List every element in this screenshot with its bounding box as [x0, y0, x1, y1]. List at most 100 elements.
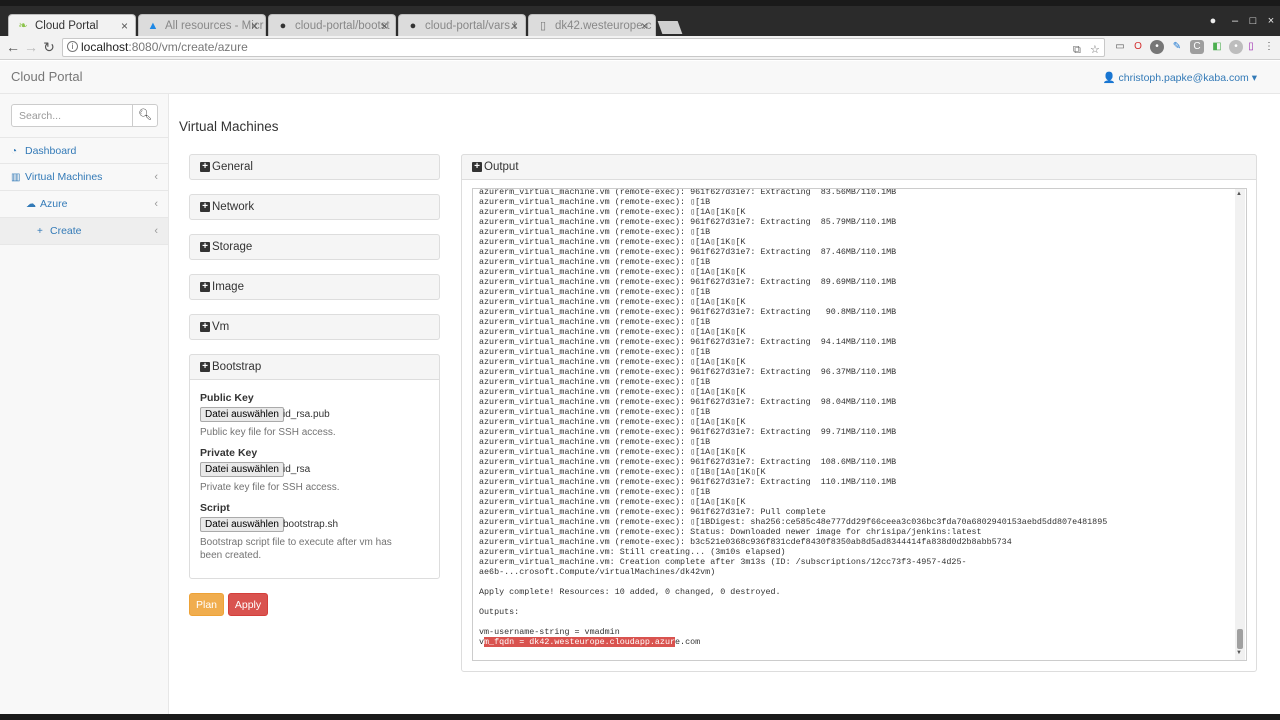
- url-host: localhost: [81, 40, 129, 54]
- log-line: azurerm_virtual_machine.vm (remote-exec)…: [479, 517, 1108, 527]
- log-line: azurerm_virtual_machine.vm (remote-exec)…: [479, 467, 766, 477]
- extension-icon[interactable]: ◧: [1210, 40, 1224, 54]
- section-bootstrap-header[interactable]: + Bootstrap: [189, 354, 440, 380]
- apply-button[interactable]: Apply: [228, 593, 268, 616]
- sidebar-item-label: Virtual Machines: [25, 171, 103, 183]
- close-icon[interactable]: ×: [511, 15, 518, 36]
- user-menu[interactable]: 👤 christoph.papke@kaba.com ▾: [1102, 71, 1257, 84]
- plus-square-icon: +: [200, 362, 210, 372]
- browser-tab-azure[interactable]: ▲ All resources - Micr ×: [138, 14, 266, 36]
- private-key-file-button[interactable]: Datei auswählen: [200, 462, 284, 477]
- sidebar-item-dashboard[interactable]: ◔ Dashboard: [0, 137, 168, 164]
- section-general[interactable]: + General: [189, 154, 440, 180]
- sidebar-item-azure[interactable]: ☁ Azure ‹: [0, 191, 168, 218]
- section-title: Image: [212, 281, 244, 293]
- log-line: azurerm_virtual_machine.vm (remote-exec)…: [479, 337, 897, 347]
- log-line: azurerm_virtual_machine.vm (remote-exec)…: [479, 507, 826, 517]
- section-storage[interactable]: + Storage: [189, 234, 440, 260]
- tab-label: All resources - Micr: [165, 20, 264, 32]
- browser-tab-cloud-portal[interactable]: ❧ Cloud Portal ×: [8, 14, 136, 36]
- back-icon[interactable]: ←: [5, 39, 21, 55]
- extension-icon[interactable]: C: [1190, 40, 1204, 54]
- brand-link[interactable]: Cloud Portal: [11, 69, 83, 84]
- github-icon: ●: [279, 20, 287, 32]
- log-line: azurerm_virtual_machine.vm (remote-exec)…: [479, 207, 746, 217]
- scroll-thumb[interactable]: [1237, 629, 1243, 649]
- output-title: Output: [484, 161, 519, 173]
- log-line: azurerm_virtual_machine.vm (remote-exec)…: [479, 307, 897, 317]
- browser-tab-dk42[interactable]: ▯ dk42.westeurope.c ×: [528, 14, 656, 36]
- forward-icon[interactable]: →: [23, 39, 39, 55]
- cast-icon[interactable]: ▭: [1113, 40, 1127, 54]
- output-console[interactable]: azurerm_virtual_machine.vm (remote-exec)…: [472, 188, 1247, 661]
- maximize-icon[interactable]: □: [1246, 15, 1260, 27]
- sidebar: 🔍︎ ◔ Dashboard ▥ Virtual Machines ‹ ☁ Az…: [0, 94, 169, 714]
- translate-icon[interactable]: ⧉: [1073, 42, 1081, 59]
- search-input[interactable]: [11, 104, 133, 127]
- address-bar[interactable]: i localhost:8080/vm/create/azure ⧉ ☆: [62, 38, 1105, 57]
- log-line: azurerm_virtual_machine.vm (remote-exec)…: [479, 227, 711, 237]
- extension-icon[interactable]: •: [1229, 40, 1243, 54]
- account-icon[interactable]: ●: [1206, 15, 1220, 27]
- script-label: Script: [200, 502, 230, 514]
- tab-label: cloud-portal/vars.t: [425, 20, 517, 32]
- menu-icon[interactable]: ⋮: [1262, 40, 1276, 54]
- close-icon[interactable]: ×: [641, 15, 648, 36]
- log-line: azurerm_virtual_machine.vm (remote-exec)…: [479, 377, 711, 387]
- close-window-icon[interactable]: ×: [1264, 15, 1278, 27]
- log-line: azurerm_virtual_machine.vm (remote-exec)…: [479, 497, 746, 507]
- script-file-button[interactable]: Datei auswählen: [200, 517, 284, 532]
- chart-icon: ▥: [11, 172, 21, 183]
- bookmark-star-icon[interactable]: ☆: [1090, 42, 1100, 59]
- log-line: azurerm_virtual_machine.vm (remote-exec)…: [479, 197, 711, 207]
- close-icon[interactable]: ×: [121, 15, 128, 36]
- extension-icon[interactable]: ▯: [1244, 40, 1258, 54]
- search-button[interactable]: 🔍︎: [132, 104, 158, 127]
- app-navbar: Cloud Portal 👤 christoph.papke@kaba.com …: [0, 61, 1280, 94]
- log-line: Outputs:: [479, 607, 520, 617]
- user-email: christoph.papke@kaba.com: [1118, 72, 1249, 84]
- scroll-down-icon[interactable]: ▼: [1236, 650, 1242, 656]
- leaf-icon: ❧: [18, 20, 28, 32]
- log-line: azurerm_virtual_machine.vm (remote-exec)…: [479, 427, 897, 437]
- browser-tab-github-bootstrap[interactable]: ● cloud-portal/bootst ×: [268, 14, 396, 36]
- minimize-icon[interactable]: –: [1228, 15, 1242, 27]
- section-vm[interactable]: + Vm: [189, 314, 440, 340]
- close-icon[interactable]: ×: [251, 15, 258, 36]
- log-line: azurerm_virtual_machine.vm (remote-exec)…: [479, 317, 711, 327]
- section-network[interactable]: + Network: [189, 194, 440, 220]
- section-image[interactable]: + Image: [189, 274, 440, 300]
- new-tab-button[interactable]: [657, 21, 683, 34]
- browser-toolbar: ← → ↻ i localhost:8080/vm/create/azure ⧉ …: [0, 36, 1280, 60]
- scroll-up-icon[interactable]: ▲: [1236, 191, 1242, 197]
- info-icon[interactable]: i: [67, 41, 78, 52]
- cloud-icon: ☁: [26, 199, 36, 210]
- script-file-name: bootstrap.sh: [283, 519, 339, 530]
- feather-extension-icon[interactable]: ✎: [1170, 40, 1184, 54]
- search-icon: 🔍︎: [138, 109, 152, 121]
- fqdn-suffix: e.com: [675, 637, 701, 647]
- sidebar-item-virtual-machines[interactable]: ▥ Virtual Machines ‹: [0, 164, 168, 191]
- close-icon[interactable]: ×: [381, 15, 388, 36]
- browser-tab-github-vars[interactable]: ● cloud-portal/vars.t ×: [398, 14, 526, 36]
- log-line: ae6b-...crosoft.Compute/virtualMachines/…: [479, 567, 716, 577]
- dashboard-icon: ◔: [11, 146, 18, 157]
- public-key-file-button[interactable]: Datei auswählen: [200, 407, 284, 422]
- log-line: azurerm_virtual_machine.vm (remote-exec)…: [479, 527, 982, 537]
- sidebar-item-create[interactable]: + Create ‹: [0, 218, 168, 245]
- section-title: Bootstrap: [212, 361, 262, 373]
- public-key-file-name: id_rsa.pub: [283, 409, 330, 420]
- output-log: azurerm_virtual_machine.vm (remote-exec)…: [479, 189, 1234, 647]
- public-key-help: Public key file for SSH access.: [200, 427, 336, 438]
- plus-square-icon: +: [200, 162, 210, 172]
- output-scrollbar[interactable]: ▲ ▼: [1235, 189, 1245, 660]
- azure-icon: ▲: [147, 20, 159, 32]
- section-title: Vm: [212, 321, 230, 333]
- opera-extension-icon[interactable]: O: [1131, 40, 1145, 54]
- plan-button[interactable]: Plan: [189, 593, 224, 616]
- section-title: General: [212, 161, 253, 173]
- extension-icon[interactable]: •: [1150, 40, 1164, 54]
- reload-icon[interactable]: ↻: [41, 39, 57, 55]
- log-line: azurerm_virtual_machine.vm (remote-exec)…: [479, 437, 711, 447]
- user-icon: 👤: [1102, 72, 1116, 84]
